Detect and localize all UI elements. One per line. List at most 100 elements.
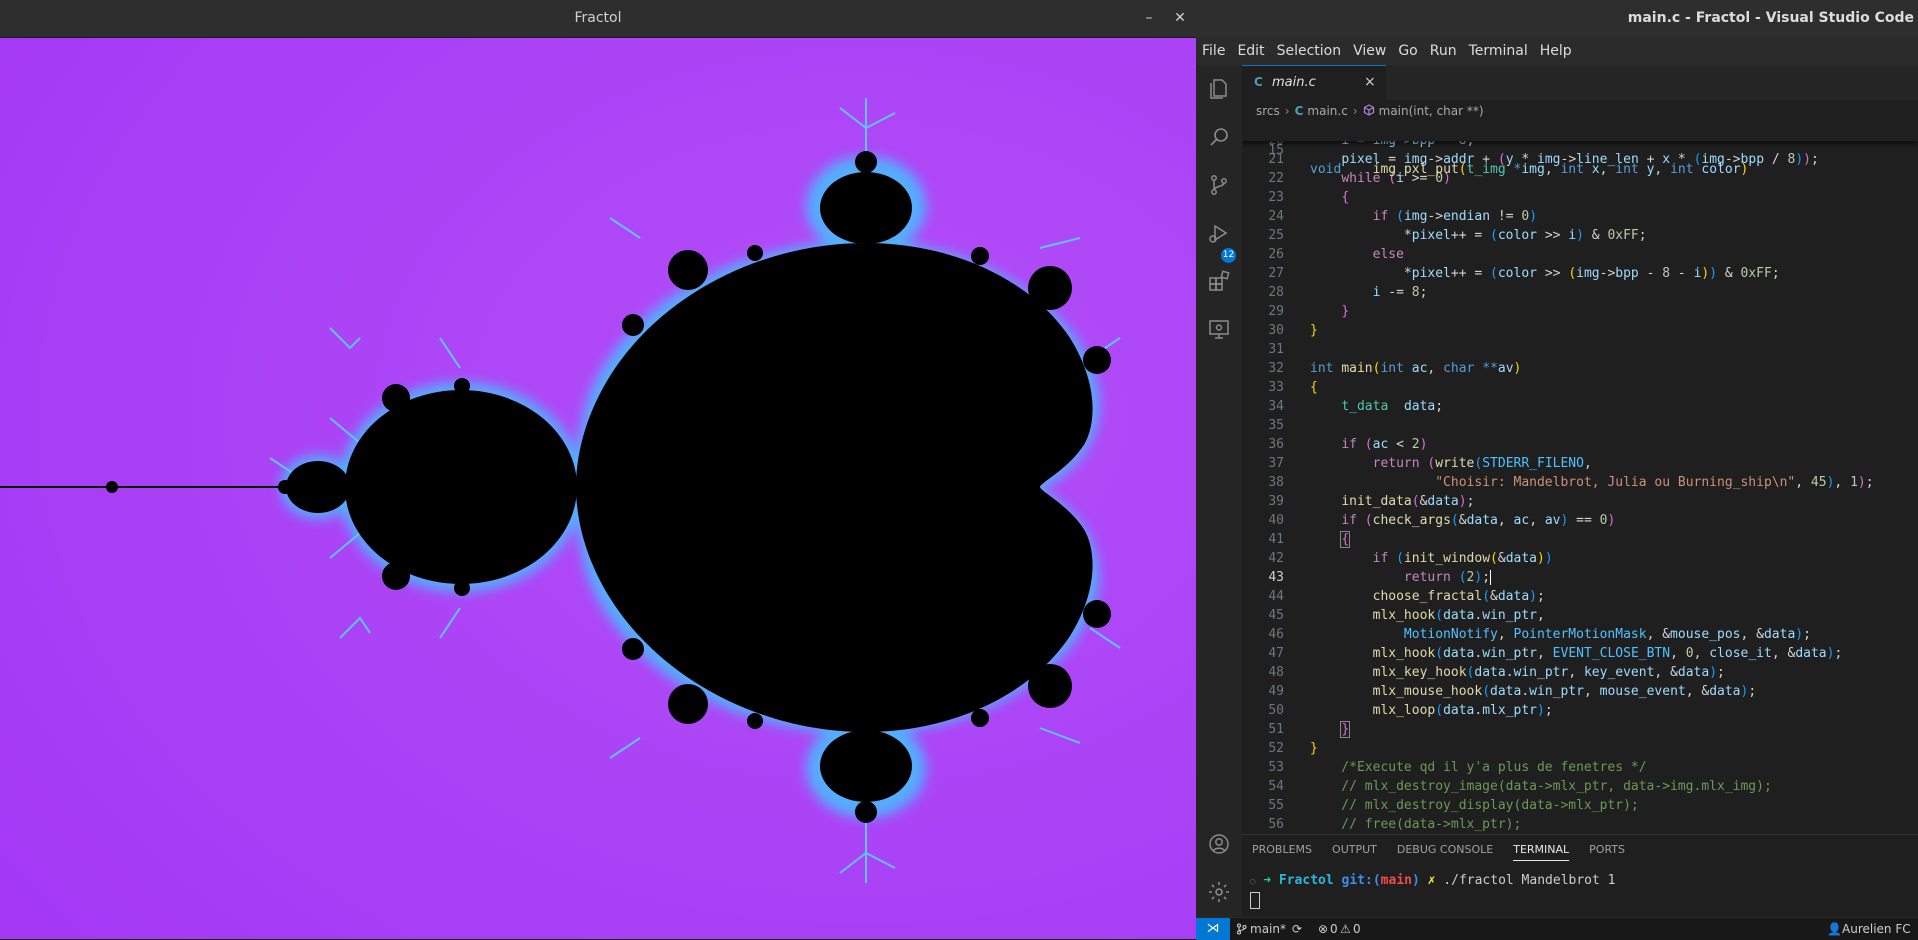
breadcrumb-symbol[interactable]: main(int, char **) <box>1379 104 1484 118</box>
minimize-button[interactable]: – <box>1137 6 1161 30</box>
status-warnings[interactable]: 0 <box>1353 918 1361 940</box>
remote-indicator[interactable]: ⋊ <box>1196 918 1230 940</box>
line-number: 47 <box>1268 646 1284 661</box>
code-text: init_data(&data); <box>1341 494 1475 509</box>
line-number: 50 <box>1268 703 1284 718</box>
menu-edit[interactable]: Edit <box>1231 37 1270 65</box>
status-branch[interactable]: main* <box>1250 918 1286 940</box>
fractol-window-title: Fractol <box>574 10 622 26</box>
menu-terminal[interactable]: Terminal <box>1463 37 1534 65</box>
account-icon[interactable] <box>1207 832 1231 856</box>
line-number: 15 <box>1268 143 1284 158</box>
activity-bar: 12 <box>1196 65 1242 917</box>
code-text: void img_pxl_put(t_img *img, int x, int … <box>1310 162 1749 177</box>
line-number: 45 <box>1268 608 1284 623</box>
code-text: return (write(STDERR_FILENO, <box>1372 456 1592 471</box>
code-text: } <box>1340 721 1351 738</box>
menu-go[interactable]: Go <box>1392 37 1423 65</box>
line-number: 51 <box>1268 722 1284 737</box>
run-debug-icon[interactable] <box>1207 221 1231 245</box>
prompt-arrow: ➜ <box>1263 873 1272 888</box>
panel-tabs: PROBLEMS OUTPUT DEBUG CONSOLE TERMINAL P… <box>1252 843 1645 861</box>
prompt-git-prefix: git:( <box>1333 873 1381 888</box>
tab-label: main.c <box>1272 75 1316 90</box>
breadcrumb-folder[interactable]: srcs <box>1256 104 1280 118</box>
status-bar: ⋊ main* ⟳ ⊗ 0 ⚠ 0 👤 Aurelien FC <box>1196 917 1918 940</box>
close-button[interactable]: ✕ <box>1168 6 1192 30</box>
line-number: 33 <box>1268 380 1284 395</box>
line-number-current: 43 <box>1268 570 1284 585</box>
code-text: if (check_args(&data, ac, av) == 0) <box>1341 513 1616 528</box>
line-number: 49 <box>1268 684 1284 699</box>
git-branch-icon <box>1236 918 1247 940</box>
files-icon[interactable] <box>1207 77 1231 101</box>
prompt-dirty-marker: ✗ <box>1419 873 1436 888</box>
sticky-scroll-line[interactable]: 15 void img_pxl_put(t_img *img, int x, i… <box>1242 122 1918 177</box>
extensions-icon[interactable] <box>1207 269 1231 293</box>
terminal-command: ./fractol Mandelbrot 1 <box>1435 873 1616 888</box>
source-control-icon[interactable] <box>1207 173 1231 197</box>
tab-ports[interactable]: PORTS <box>1589 843 1625 861</box>
terminal-status-dot: ○ <box>1250 877 1256 887</box>
line-number: 48 <box>1268 665 1284 680</box>
vscode-window: main.c - Fractol - Visual Studio Code Fi… <box>1196 0 1918 940</box>
tab-problems[interactable]: PROBLEMS <box>1252 843 1312 861</box>
code-text: { <box>1341 190 1350 205</box>
chevron-right-icon: › <box>1284 104 1290 118</box>
line-number: 46 <box>1268 627 1284 642</box>
settings-gear-icon[interactable] <box>1207 880 1231 904</box>
tab-close-icon[interactable]: × <box>1364 74 1376 90</box>
line-number: 54 <box>1268 779 1284 794</box>
editor-tabs: C main.c × <box>1242 65 1918 101</box>
symbol-method-icon <box>1363 103 1375 119</box>
status-errors[interactable]: 0 <box>1330 918 1338 940</box>
line-number: 29 <box>1268 304 1284 319</box>
search-icon[interactable] <box>1207 125 1231 149</box>
remote-explorer-icon[interactable] <box>1207 317 1231 341</box>
menu-selection[interactable]: Selection <box>1271 37 1348 65</box>
code-text: choose_fractal(&data); <box>1372 589 1545 604</box>
line-number: 30 <box>1268 323 1284 338</box>
tab-terminal[interactable]: TERMINAL <box>1513 843 1570 861</box>
code-text: t_data data; <box>1341 399 1444 414</box>
code-text: i -= 8; <box>1372 285 1428 300</box>
mandelbrot-canvas[interactable] <box>0 38 1196 939</box>
tab-main-c[interactable]: C main.c × <box>1242 65 1386 101</box>
line-number: 56 <box>1268 817 1284 832</box>
code-text: else <box>1372 247 1404 262</box>
mandelbrot-render <box>0 38 1196 939</box>
sync-icon[interactable]: ⟳ <box>1292 918 1302 940</box>
vscode-titlebar[interactable]: main.c - Fractol - Visual Studio Code <box>1196 0 1918 37</box>
code-comment: // mlx_destroy_display(data->mlx_ptr); <box>1310 798 1639 813</box>
fractol-titlebar[interactable]: Fractol – ✕ <box>0 0 1196 38</box>
line-number: 28 <box>1268 285 1284 300</box>
menu-view[interactable]: View <box>1347 37 1392 65</box>
code-text: if (ac < 2) <box>1341 437 1428 452</box>
menu-help[interactable]: Help <box>1534 37 1578 65</box>
terminal-cursor <box>1250 892 1260 909</box>
code-comment: // mlx_destroy_image(data->mlx_ptr, data… <box>1310 779 1772 794</box>
line-number: 40 <box>1268 513 1284 528</box>
status-user[interactable]: Aurelien FC <box>1842 918 1911 940</box>
prompt-git-branch: main <box>1380 873 1412 888</box>
menu-bar: File Edit Selection View Go Run Terminal… <box>1196 37 1918 65</box>
code-text: } <box>1310 323 1318 338</box>
error-icon[interactable]: ⊗ <box>1318 918 1328 940</box>
code-comment: /*Execute qd il y'a plus de fenetres */ <box>1310 760 1647 775</box>
tab-debug-console[interactable]: DEBUG CONSOLE <box>1397 843 1493 861</box>
tab-output[interactable]: OUTPUT <box>1332 843 1377 861</box>
c-file-icon: C <box>1254 75 1263 89</box>
warning-icon[interactable]: ⚠ <box>1340 918 1351 940</box>
menu-run[interactable]: Run <box>1424 37 1463 65</box>
menu-file[interactable]: File <box>1196 37 1231 65</box>
bottom-panel: PROBLEMS OUTPUT DEBUG CONSOLE TERMINAL P… <box>1242 834 1918 918</box>
line-number: 53 <box>1268 760 1284 775</box>
breadcrumb-file[interactable]: main.c <box>1307 104 1347 118</box>
line-number: 52 <box>1268 741 1284 756</box>
line-number: 24 <box>1268 209 1284 224</box>
code-text: if (init_window(&data)) <box>1372 551 1553 566</box>
terminal[interactable]: ○ ➜ Fractol git:(main) ✗ ./fractol Mande… <box>1250 873 1616 909</box>
prompt-git-suffix: ) <box>1411 873 1420 888</box>
code-editor[interactable]: 15 void img_pxl_put(t_img *img, int x, i… <box>1242 122 1918 834</box>
line-number: 55 <box>1268 798 1284 813</box>
